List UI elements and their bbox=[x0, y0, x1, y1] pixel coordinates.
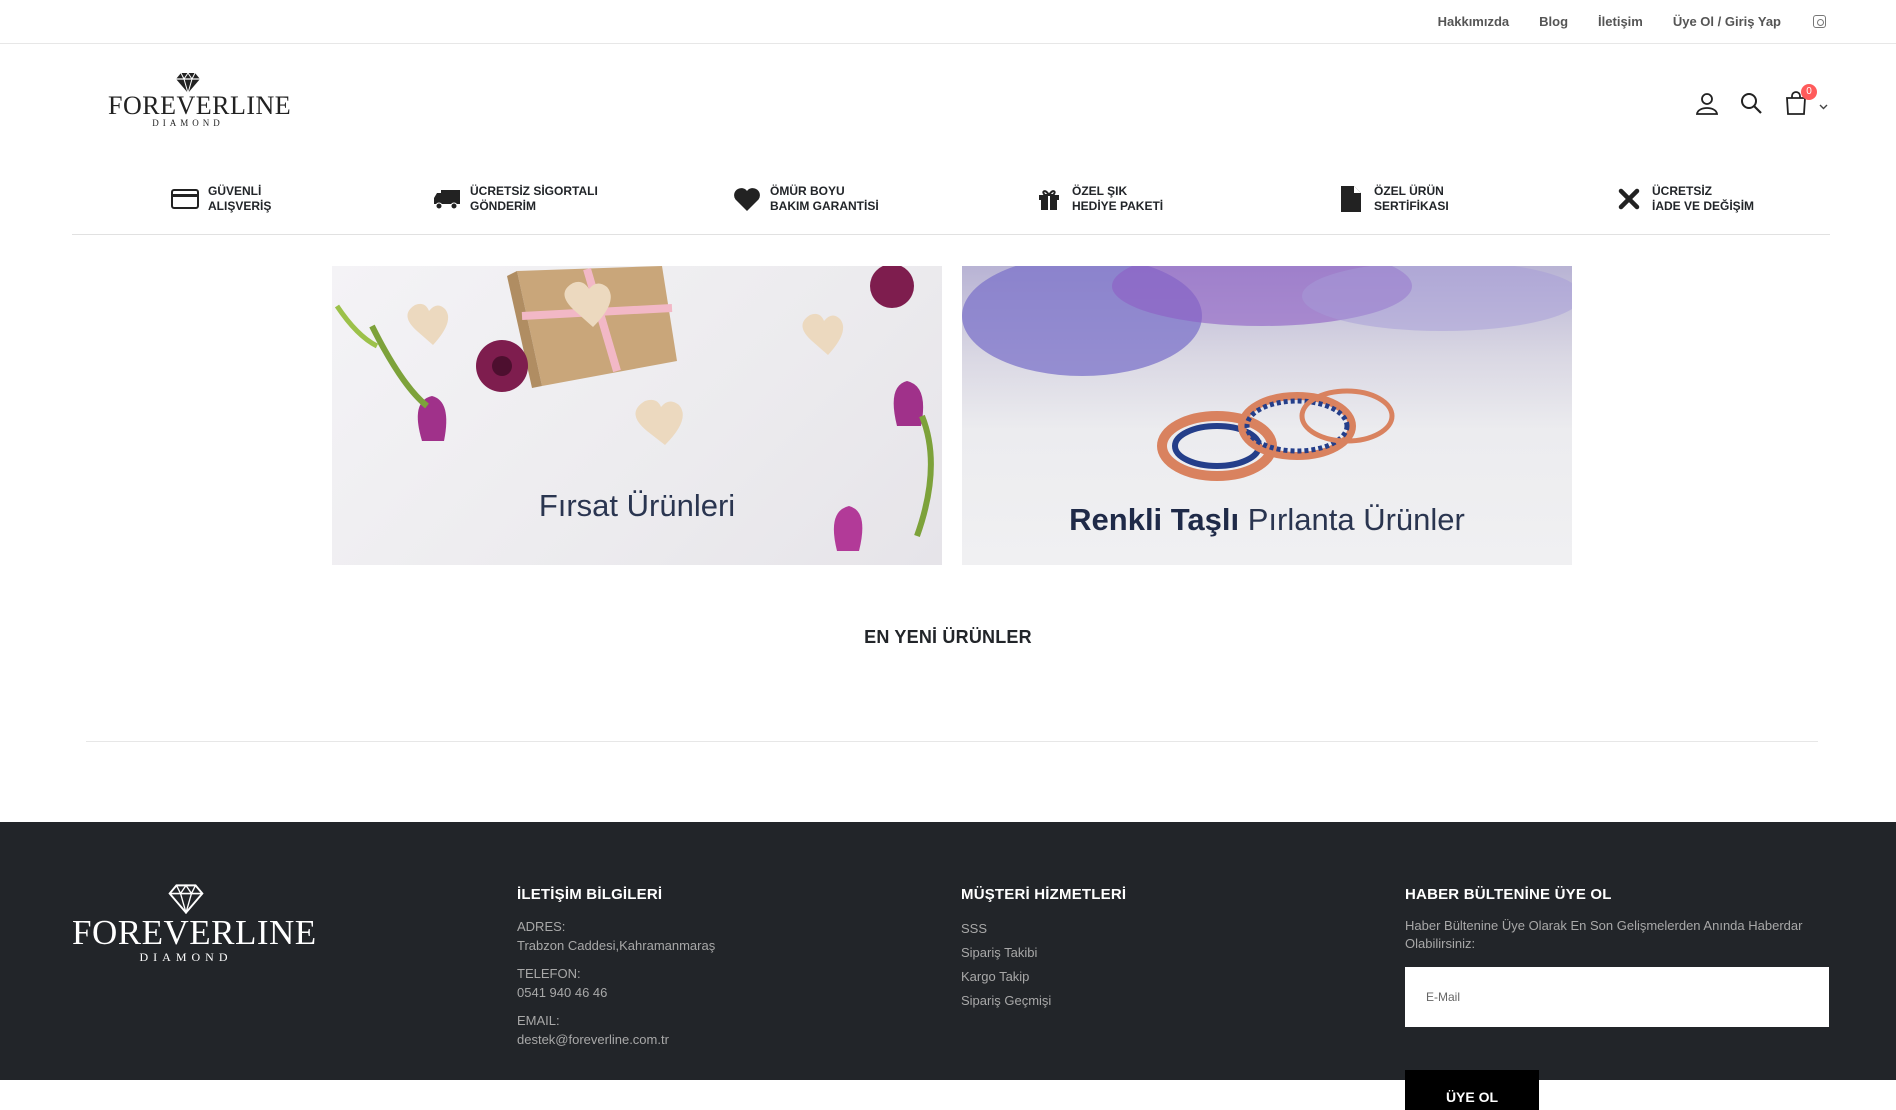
address-label: ADRES: bbox=[517, 919, 566, 934]
feature-free-shipping: ÜCRETSİZ SİGORTALI GÖNDERİM bbox=[432, 184, 598, 214]
feature-line1: ÜCRETSİZ SİGORTALI bbox=[470, 184, 598, 198]
footer: FOREVERLINE DIAMOND İLETİŞİM BİLGİLERİ A… bbox=[0, 822, 1896, 1110]
feature-certificate: ÖZEL ÜRÜN SERTİFİKASI bbox=[1336, 184, 1449, 214]
link-order-history[interactable]: Sipariş Geçmişi bbox=[961, 989, 1126, 1013]
footer-newsletter: HABER BÜLTENİNE ÜYE OL Haber Bültenine Ü… bbox=[1405, 886, 1835, 1110]
link-login-register[interactable]: Üye Ol / Giriş Yap bbox=[1673, 14, 1781, 29]
banner-title: Renkli Taşlı Pırlanta Ürünler bbox=[962, 502, 1572, 538]
feature-line2: SERTİFİKASI bbox=[1374, 199, 1449, 213]
footer-contact: İLETİŞİM BİLGİLERİ ADRES: Trabzon Caddes… bbox=[517, 886, 715, 1058]
feature-lifetime-care: ÖMÜR BOYU BAKIM GARANTİSİ bbox=[732, 184, 879, 214]
banner-title-bold: Renkli Taşlı bbox=[1069, 502, 1240, 537]
top-bar: Hakkımızda Blog İletişim Üye Ol / Giriş … bbox=[0, 0, 1896, 44]
address-value: Trabzon Caddesi,Kahramanmaraş bbox=[517, 938, 716, 953]
newsletter-heading: HABER BÜLTENİNE ÜYE OL bbox=[1405, 886, 1612, 903]
header-actions: 0 bbox=[1675, 84, 1828, 121]
search-icon[interactable] bbox=[1739, 91, 1763, 120]
chevron-down-icon[interactable] bbox=[1819, 97, 1828, 115]
feature-line1: ÖMÜR BOYU bbox=[770, 184, 845, 198]
phone-value[interactable]: 0541 940 46 46 bbox=[517, 983, 715, 1002]
feature-gift-package: ÖZEL ŞIK HEDİYE PAKETİ bbox=[1034, 184, 1163, 214]
service-heading: MÜŞTERİ HİZMETLERİ bbox=[961, 886, 1127, 903]
top-links: Hakkımızda Blog İletişim Üye Ol / Giriş … bbox=[1408, 0, 1826, 43]
banner-colored-stone-products[interactable]: Renkli Taşlı Pırlanta Ürünler bbox=[962, 266, 1572, 565]
features-bar: GÜVENLİ ALIŞVERİŞ ÜCRETSİZ SİGORTALI GÖNDE… bbox=[72, 180, 1830, 235]
instagram-icon[interactable] bbox=[1813, 15, 1826, 28]
link-blog[interactable]: Blog bbox=[1539, 14, 1568, 29]
link-faq[interactable]: SSS bbox=[961, 917, 1126, 941]
gift-icon bbox=[1034, 184, 1064, 214]
newsletter-text: Haber Bültenine Üye Olarak En Son Gelişm… bbox=[1405, 918, 1803, 951]
feature-line1: GÜVENLİ bbox=[208, 184, 262, 198]
diamond-icon bbox=[168, 884, 204, 914]
feature-line1: ÜCRETSİZ bbox=[1652, 184, 1712, 198]
phone-label: TELEFON: bbox=[517, 966, 581, 981]
link-contact[interactable]: İletişim bbox=[1598, 14, 1643, 29]
contact-heading: İLETİŞİM BİLGİLERİ bbox=[517, 886, 663, 903]
section-divider bbox=[86, 741, 1818, 742]
feature-line1: ÖZEL ŞIK bbox=[1072, 184, 1128, 198]
footer-logo-subtext: DIAMOND bbox=[139, 950, 233, 964]
feature-line2: HEDİYE PAKETİ bbox=[1072, 199, 1164, 213]
link-order-tracking[interactable]: Sipariş Takibi bbox=[961, 941, 1126, 965]
newsletter-email-input[interactable] bbox=[1405, 967, 1829, 1027]
feature-line2: ALIŞVERİŞ bbox=[208, 199, 272, 213]
file-icon bbox=[1336, 184, 1366, 214]
link-about[interactable]: Hakkımızda bbox=[1438, 14, 1510, 29]
feature-line2: GÖNDERİM bbox=[470, 199, 536, 213]
banner-title: Fırsat Ürünleri bbox=[538, 488, 736, 523]
email-value[interactable]: destek@foreverline.com.tr bbox=[517, 1030, 715, 1049]
cart-icon[interactable]: 0 bbox=[1783, 84, 1817, 121]
banner-opportunity-products[interactable]: Fırsat Ürünleri bbox=[332, 266, 942, 565]
section-title-new-products: EN YENİ ÜRÜNLER bbox=[864, 627, 1032, 647]
cart-count-badge: 0 bbox=[1801, 84, 1817, 100]
credit-card-icon bbox=[170, 184, 200, 214]
feature-line2: İADE VE DEĞİŞİM bbox=[1652, 199, 1755, 213]
feature-line2: BAKIM GARANTİSİ bbox=[770, 199, 879, 213]
site-logo[interactable]: FOREVERLINE DIAMOND bbox=[108, 72, 292, 138]
footer-logo[interactable]: FOREVERLINE DIAMOND bbox=[72, 884, 317, 965]
newsletter-subscribe-button[interactable]: ÜYE OL bbox=[1405, 1070, 1539, 1110]
user-icon[interactable] bbox=[1695, 91, 1719, 120]
footer-logo-text: FOREVERLINE bbox=[72, 913, 317, 952]
close-icon bbox=[1614, 184, 1644, 214]
heart-icon bbox=[732, 184, 762, 214]
email-label: EMAIL: bbox=[517, 1013, 560, 1028]
banner-title-rest: Pırlanta Ürünler bbox=[1239, 502, 1465, 537]
feature-secure-shopping: GÜVENLİ ALIŞVERİŞ bbox=[170, 184, 271, 214]
feature-free-return: ÜCRETSİZ İADE VE DEĞİŞİM bbox=[1614, 184, 1754, 214]
feature-line1: ÖZEL ÜRÜN bbox=[1374, 184, 1444, 198]
footer-customer-service: MÜŞTERİ HİZMETLERİ SSS Sipariş Takibi Ka… bbox=[961, 886, 1126, 1013]
logo-text: FOREVERLINE bbox=[108, 91, 292, 120]
link-cargo-tracking[interactable]: Kargo Takip bbox=[961, 965, 1126, 989]
truck-icon bbox=[432, 184, 462, 214]
